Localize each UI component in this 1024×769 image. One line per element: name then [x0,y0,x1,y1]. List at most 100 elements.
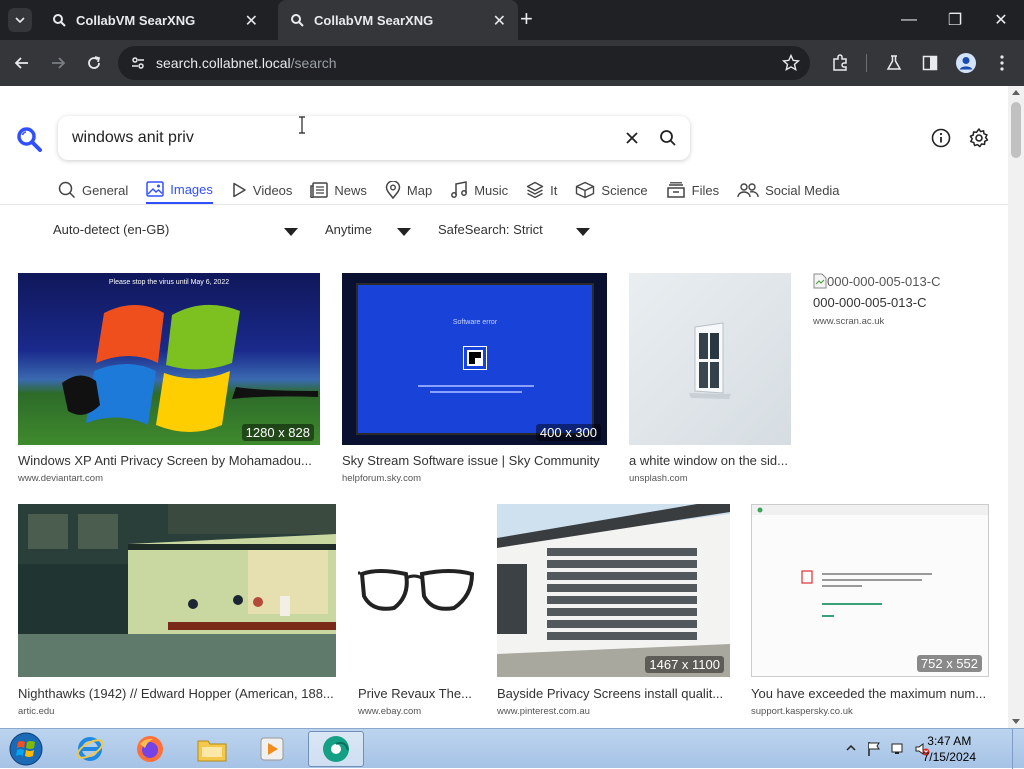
page-scrollbar[interactable] [1008,86,1024,728]
windows-start-orb-icon [9,732,43,766]
show-desktop-button[interactable] [1012,729,1024,769]
eyeglasses-image [358,569,475,611]
pin-icon [385,181,401,199]
result-title[interactable]: a white window on the sid... [629,453,791,468]
address-bar[interactable]: search.collabnet.local/search [118,46,810,80]
image-result[interactable]: 000-000-005-013-C 000-000-005-013-C www.… [813,273,993,333]
layers-icon [526,181,544,199]
image-result[interactable]: Software error 400 x 300 Sky Stream Soft… [342,273,607,484]
tab-map[interactable]: Map [385,176,432,204]
scrollbar-thumb[interactable] [1011,102,1021,158]
gear-icon [969,128,989,148]
preferences-button[interactable] [967,126,991,150]
blue-error-screen: Software error [356,283,594,435]
error-screen-line [418,385,534,387]
result-source: www.deviantart.com [18,473,104,484]
searxng-logo-icon[interactable] [16,126,42,152]
result-thumbnail[interactable] [358,504,476,677]
network-icon[interactable] [890,741,906,757]
tab-it[interactable]: It [526,176,557,204]
browser-menu-button[interactable] [990,51,1014,75]
language-select[interactable]: Auto-detect (en-GB) [53,222,299,242]
time-range-select[interactable]: Anytime [325,222,411,242]
scroll-down-arrow-icon[interactable] [1012,719,1020,724]
image-dimensions: 1280 x 828 [241,424,314,441]
tab-list-button[interactable] [8,8,32,32]
tab-social-media[interactable]: Social Media [737,176,840,204]
result-thumbnail[interactable]: 1467 x 1100 [497,504,730,677]
close-tab-icon[interactable]: ✕ [493,11,506,31]
reload-button[interactable] [82,51,106,75]
tab-title: CollabVM SearXNG [314,12,434,28]
reload-icon [88,56,101,69]
tab-files[interactable]: Files [666,176,719,204]
result-title[interactable]: You have exceeded the maximum num... [751,686,989,701]
safesearch-select[interactable]: SafeSearch: Strict [438,222,592,242]
scroll-up-arrow-icon[interactable] [1012,90,1020,95]
minimize-button[interactable]: — [886,0,932,40]
labs-button[interactable] [882,51,906,75]
tab-videos[interactable]: Videos [231,176,293,204]
taskbar-firefox[interactable] [122,731,178,767]
close-tab-icon[interactable]: ✕ [245,11,258,31]
tab-news[interactable]: News [310,176,367,204]
result-source: www.scran.ac.uk [813,316,885,327]
result-thumbnail[interactable]: 752 x 552 [751,504,989,677]
about-button[interactable] [929,126,953,150]
tab-label: It [550,182,558,198]
search-submit-button[interactable] [656,126,680,150]
clock-time: 3:47 AM [927,734,972,748]
searxng-page: General Images Videos News Map Music It [0,86,1008,728]
result-thumbnail[interactable]: Software error 400 x 300 [342,273,607,445]
result-title[interactable]: Prive Revaux The... [358,686,476,701]
result-title[interactable]: Nighthawks (1942) // Edward Hopper (Amer… [18,686,336,701]
result-thumbnail[interactable] [18,504,336,677]
taskbar-media-player[interactable] [244,731,300,767]
tab-images[interactable]: Images [146,176,213,204]
error-screen-line [430,391,522,393]
result-thumbnail[interactable]: Please stop the virus until May 6, 2022 … [18,273,320,445]
back-button[interactable] [10,51,34,75]
browser-tab-2-active[interactable]: CollabVM SearXNG ✕ [278,0,518,40]
tab-general[interactable]: General [58,176,128,204]
result-thumbnail[interactable] [629,273,791,445]
close-window-button[interactable]: ✕ [978,0,1024,40]
site-info-icon[interactable] [130,55,146,71]
image-dimensions: 752 x 552 [916,655,982,672]
browser-tab-strip: CollabVM SearXNG ✕ CollabVM SearXNG ✕ + … [0,0,1024,40]
clear-search-button[interactable] [620,126,644,150]
tab-label: Videos [252,182,293,198]
taskbar-internet-explorer[interactable] [62,731,118,767]
profile-button[interactable] [954,51,978,75]
new-tab-button[interactable]: + [520,8,533,30]
result-title[interactable]: Windows XP Anti Privacy Screen by Mohama… [18,453,320,468]
nighthawks-painting-image [18,504,336,677]
image-result[interactable]: 1467 x 1100 Bayside Privacy Screens inst… [497,504,730,718]
taskbar-clock[interactable]: 3:47 AM 7/15/2024 [923,733,976,765]
forward-button[interactable] [46,51,70,75]
taskbar-chrome-active[interactable] [308,731,364,767]
tab-science[interactable]: Science [575,176,648,204]
result-title[interactable]: 000-000-005-013-C [813,295,993,310]
tab-label: General [82,182,129,198]
result-title[interactable]: Sky Stream Software issue | Sky Communit… [342,453,607,468]
image-result[interactable]: 752 x 552 You have exceeded the maximum … [751,504,989,718]
bookmark-star-icon[interactable] [782,54,800,72]
search-input[interactable] [72,126,592,150]
taskbar-file-explorer[interactable] [184,731,240,767]
action-center-flag-icon[interactable] [866,741,882,757]
broken-image-placeholder[interactable]: 000-000-005-013-C [813,273,940,289]
browser-tab-1[interactable]: CollabVM SearXNG ✕ [40,0,270,40]
show-hidden-icons-chevron-icon[interactable] [846,744,856,752]
image-result[interactable]: a white window on the sid... unsplash.co… [629,273,791,484]
extensions-button[interactable] [828,51,852,75]
side-panel-button[interactable] [918,51,942,75]
restore-button[interactable]: ❐ [932,0,978,40]
result-title[interactable]: Bayside Privacy Screens install qualit..… [497,686,730,701]
image-result[interactable]: Nighthawks (1942) // Edward Hopper (Amer… [18,504,336,718]
tab-music[interactable]: Music [450,176,508,204]
image-result[interactable]: Prive Revaux The... www.ebay.com [358,504,476,718]
thumbnail-caption: Please stop the virus until May 6, 2022 [108,279,230,286]
start-button[interactable] [0,731,52,767]
image-result[interactable]: Please stop the virus until May 6, 2022 … [18,273,320,484]
